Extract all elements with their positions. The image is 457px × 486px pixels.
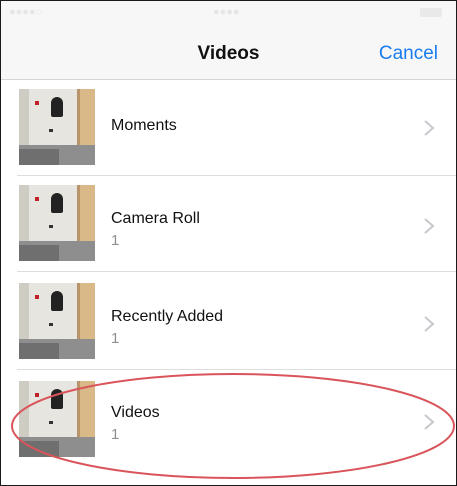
- status-bar: ●●●●○ ●●●●: [1, 1, 456, 23]
- album-count: 1: [111, 232, 120, 249]
- album-thumbnail: [19, 381, 95, 457]
- album-count: 1: [111, 426, 120, 443]
- album-thumbnail: [19, 185, 95, 261]
- cancel-button[interactable]: Cancel: [379, 43, 438, 65]
- album-title: Camera Roll: [111, 210, 200, 227]
- photo-picker-screen: ●●●●○ ●●●● Videos Cancel Moments Camera …: [0, 0, 457, 486]
- album-row-moments[interactable]: Moments: [1, 80, 456, 176]
- battery-icon: [420, 8, 442, 17]
- album-thumbnail: [19, 89, 95, 165]
- album-row-recently-added[interactable]: Recently Added 1: [1, 274, 456, 370]
- album-thumbnail: [19, 283, 95, 359]
- chevron-right-icon: [424, 218, 435, 234]
- status-carrier: ●●●●○: [9, 6, 43, 18]
- album-title: Moments: [111, 117, 177, 134]
- album-title: Videos: [111, 404, 160, 421]
- album-count: 1: [111, 330, 120, 347]
- chevron-right-icon: [424, 120, 435, 136]
- album-row-camera-roll[interactable]: Camera Roll 1: [1, 176, 456, 272]
- navigation-bar: Videos Cancel: [1, 23, 456, 80]
- album-title: Recently Added: [111, 308, 224, 325]
- chevron-right-icon: [424, 316, 435, 332]
- album-row-videos[interactable]: Videos 1: [1, 372, 456, 468]
- album-list: Moments Camera Roll 1 Recently Added 1 V…: [1, 80, 456, 485]
- chevron-right-icon: [424, 414, 435, 430]
- status-time: ●●●●: [213, 6, 240, 18]
